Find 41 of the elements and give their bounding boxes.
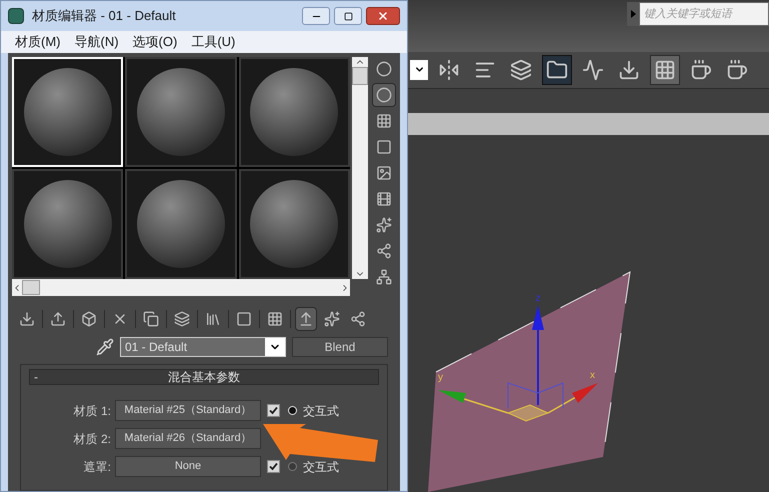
radio-label: 交互式 bbox=[303, 402, 339, 420]
slot-label: 遮罩: bbox=[82, 458, 112, 476]
checkbox[interactable] bbox=[267, 404, 280, 417]
rollout-title: 混合基本参数 bbox=[167, 369, 241, 386]
axis-label: z bbox=[536, 292, 540, 304]
eyedropper-icon[interactable] bbox=[96, 338, 114, 356]
expand-icon[interactable] bbox=[630, 10, 636, 18]
scrollbar-thumb[interactable] bbox=[22, 280, 40, 295]
axis-label: x bbox=[590, 370, 595, 381]
window-title: 材质编辑器 - 01 - Default bbox=[32, 7, 177, 26]
menu-item[interactable]: 材质(M) bbox=[15, 32, 60, 52]
horizontal-scrollbar[interactable] bbox=[12, 279, 350, 296]
close-button[interactable] bbox=[366, 7, 400, 25]
checkmark-icon bbox=[269, 406, 278, 415]
material-button[interactable]: None bbox=[115, 456, 261, 477]
material-button[interactable]: Material #26（Standard） bbox=[115, 428, 261, 449]
radio-label: 交互式 bbox=[303, 458, 339, 476]
folder-icon[interactable] bbox=[542, 54, 572, 85]
menu-item[interactable]: 选项(O) bbox=[132, 32, 178, 52]
axis-label: y bbox=[438, 372, 443, 383]
scrollbar-thumb[interactable] bbox=[352, 67, 368, 85]
slot-label: 材质 1: bbox=[72, 402, 112, 420]
material-name-dropdown[interactable]: 01 - Default bbox=[120, 337, 286, 357]
dropdown-button[interactable] bbox=[410, 60, 428, 80]
material-type-button[interactable]: Blend bbox=[292, 337, 388, 357]
checkbox[interactable] bbox=[267, 460, 280, 473]
rollout-header[interactable]: - 混合基本参数 bbox=[29, 369, 379, 385]
close-icon bbox=[377, 10, 389, 22]
menu-item[interactable]: 导航(N) bbox=[74, 32, 119, 52]
menu-item[interactable]: 工具(U) bbox=[191, 32, 236, 52]
checkmark-icon bbox=[269, 462, 278, 471]
collapse-toggle[interactable]: - bbox=[30, 368, 50, 386]
search-field[interactable]: 键入关键字或短语 bbox=[639, 2, 769, 26]
material-button[interactable]: Material #25（Standard） bbox=[115, 400, 261, 421]
app-logo-icon bbox=[8, 8, 24, 24]
maximize-button[interactable] bbox=[334, 7, 362, 25]
slot-label: 材质 2: bbox=[72, 430, 112, 448]
vertical-scrollbar[interactable] bbox=[352, 57, 368, 279]
radio-button[interactable] bbox=[288, 462, 297, 471]
checker-icon[interactable] bbox=[650, 54, 680, 85]
maximize-icon bbox=[344, 12, 352, 20]
